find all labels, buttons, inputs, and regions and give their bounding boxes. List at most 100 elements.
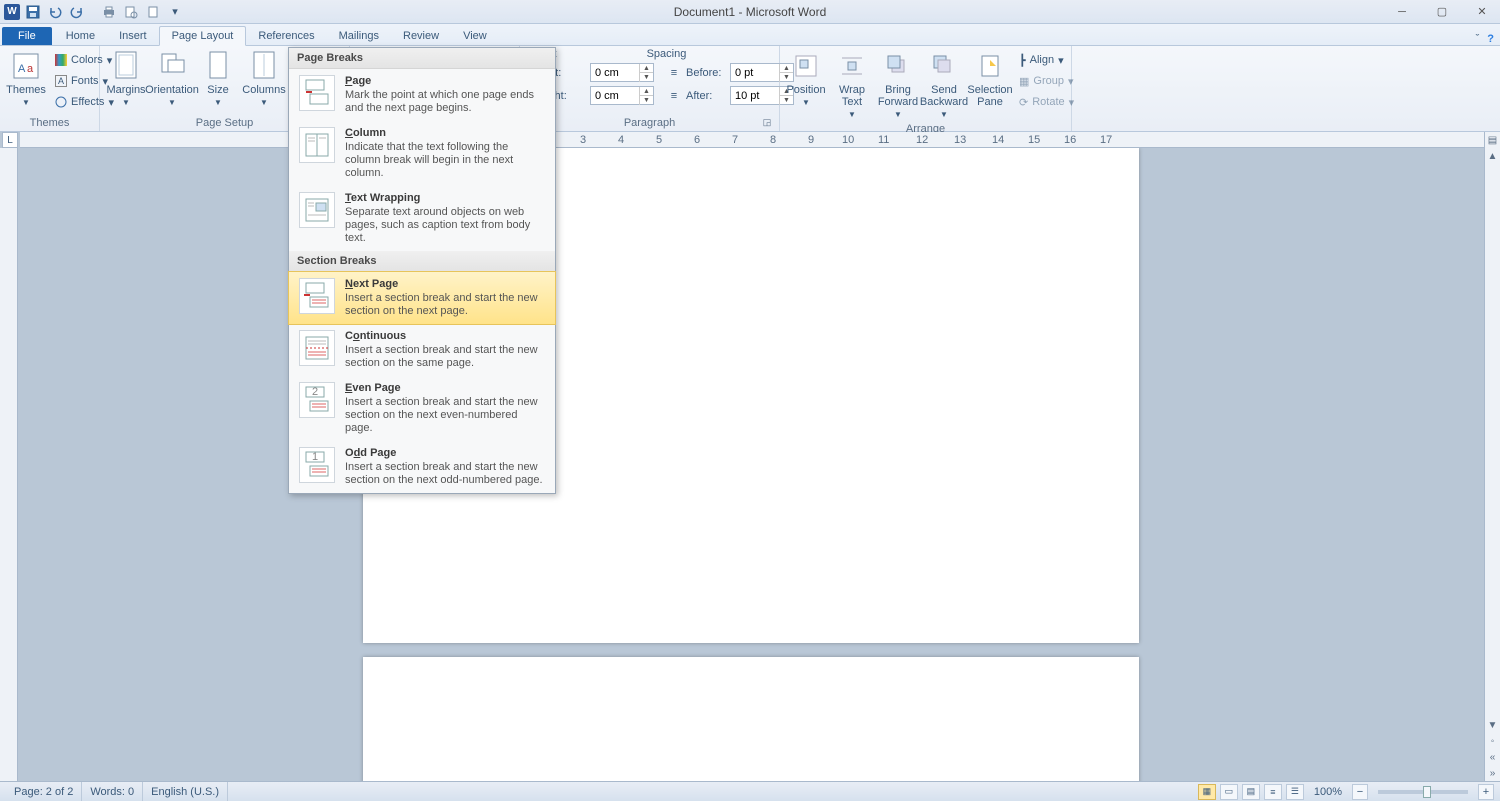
- tab-mailings[interactable]: Mailings: [327, 27, 391, 45]
- zoom-slider[interactable]: [1378, 790, 1468, 794]
- align-button[interactable]: ┣Align ▾: [1016, 50, 1077, 70]
- print-icon[interactable]: [100, 3, 118, 21]
- indent-left-input[interactable]: ▲▼: [590, 63, 654, 82]
- even-page-break-icon: 2: [299, 382, 335, 418]
- effects-icon: [55, 96, 67, 108]
- group-button[interactable]: ▦Group ▾: [1016, 71, 1077, 91]
- paragraph-group-label: Paragraph◲: [526, 115, 773, 131]
- zoom-level[interactable]: 100%: [1314, 786, 1342, 798]
- title-bar: W ▾ Document1 - Microsoft Word ─ ▢ ✕: [0, 0, 1500, 24]
- spacing-header: Spacing: [647, 48, 687, 60]
- ribbon: Aa Themes ▼ Colors ▾ AFonts ▾ Effects ▾ …: [0, 46, 1500, 132]
- tab-insert[interactable]: Insert: [107, 27, 159, 45]
- print-preview-icon[interactable]: [122, 3, 140, 21]
- undo-icon[interactable]: [46, 3, 64, 21]
- page-2[interactable]: [363, 657, 1139, 781]
- breaks-dropdown: Page Breaks PageMark the point at which …: [288, 47, 556, 494]
- ruler-toggle-icon[interactable]: ▤: [1486, 132, 1500, 148]
- break-even-page-item[interactable]: 2 Even PageInsert a section break and st…: [289, 376, 555, 441]
- view-outline-button[interactable]: ≡: [1264, 784, 1282, 800]
- help-icon[interactable]: ?: [1487, 33, 1494, 45]
- columns-button[interactable]: Columns▼: [244, 48, 284, 109]
- rotate-icon: ⟳: [1019, 96, 1028, 109]
- spacing-before-icon: ≡: [666, 65, 682, 81]
- position-button[interactable]: Position▼: [786, 48, 826, 109]
- break-text-wrapping-item[interactable]: Text WrappingSeparate text around object…: [289, 186, 555, 251]
- status-language[interactable]: English (U.S.): [143, 782, 228, 801]
- tab-review[interactable]: Review: [391, 27, 451, 45]
- status-bar: Page: 2 of 2 Words: 0 English (U.S.) ▦ ▭…: [0, 781, 1500, 801]
- workspace: L 3 4 5 6 7 8 9 10 11 12 13 14 15 16 17 …: [0, 132, 1500, 781]
- maximize-button[interactable]: ▢: [1428, 4, 1456, 20]
- colors-swatch-icon: [55, 54, 67, 66]
- redo-icon[interactable]: [68, 3, 86, 21]
- margins-button[interactable]: Margins▼: [106, 48, 146, 109]
- save-icon[interactable]: [24, 3, 42, 21]
- page-breaks-header: Page Breaks: [289, 48, 555, 69]
- ribbon-tabs: File Home Insert Page Layout References …: [0, 24, 1500, 46]
- zoom-out-button[interactable]: −: [1352, 784, 1368, 800]
- themes-button[interactable]: Aa Themes ▼: [6, 48, 46, 109]
- zoom-in-button[interactable]: +: [1478, 784, 1494, 800]
- view-web-layout-button[interactable]: ▤: [1242, 784, 1260, 800]
- tab-home[interactable]: Home: [54, 27, 107, 45]
- indent-right-input[interactable]: ▲▼: [590, 86, 654, 105]
- continuous-break-icon: [299, 330, 335, 366]
- break-column-item[interactable]: ColumnIndicate that the text following t…: [289, 121, 555, 186]
- prev-page-icon[interactable]: «: [1486, 749, 1500, 765]
- new-doc-icon[interactable]: [144, 3, 162, 21]
- window-title: Document1 - Microsoft Word: [674, 5, 827, 19]
- tab-view[interactable]: View: [451, 27, 499, 45]
- view-draft-button[interactable]: ☰: [1286, 784, 1304, 800]
- selection-pane-button[interactable]: Selection Pane: [970, 48, 1010, 110]
- wrap-text-button[interactable]: Wrap Text▼: [832, 48, 872, 121]
- spacing-after-icon: ≡: [666, 88, 682, 104]
- tab-selector[interactable]: L: [2, 132, 18, 148]
- ribbon-minimize-icon[interactable]: ˇ: [1476, 33, 1480, 45]
- next-page-icon[interactable]: »: [1486, 765, 1500, 781]
- document-area[interactable]: [18, 148, 1484, 781]
- paragraph-launcher-icon[interactable]: ◲: [761, 117, 773, 129]
- scroll-down-icon[interactable]: ▼: [1486, 717, 1500, 733]
- page-break-icon: [299, 75, 335, 111]
- minimize-button[interactable]: ─: [1388, 4, 1416, 20]
- svg-text:1: 1: [312, 451, 318, 463]
- break-odd-page-item[interactable]: 1 Odd PageInsert a section break and sta…: [289, 441, 555, 493]
- section-breaks-header: Section Breaks: [289, 251, 555, 272]
- column-break-icon: [299, 127, 335, 163]
- vertical-ruler[interactable]: [0, 148, 18, 781]
- break-continuous-item[interactable]: ContinuousInsert a section break and sta…: [289, 324, 555, 376]
- status-words[interactable]: Words: 0: [82, 782, 143, 801]
- odd-page-break-icon: 1: [299, 447, 335, 483]
- status-page[interactable]: Page: 2 of 2: [6, 782, 82, 801]
- bring-forward-button[interactable]: Bring Forward▼: [878, 48, 918, 121]
- horizontal-ruler[interactable]: 3 4 5 6 7 8 9 10 11 12 13 14 15 16 17: [20, 132, 1484, 148]
- qat-customize-icon[interactable]: ▾: [166, 3, 184, 21]
- right-scroll-tools: ▤ ▲ ▼ ◦ « »: [1484, 132, 1500, 781]
- align-icon: ┣: [1019, 54, 1026, 67]
- break-page-item[interactable]: PageMark the point at which one page end…: [289, 69, 555, 121]
- text-wrapping-break-icon: [299, 192, 335, 228]
- size-button[interactable]: Size▼: [198, 48, 238, 109]
- orientation-button[interactable]: Orientation▼: [152, 48, 192, 109]
- quick-access-toolbar: W ▾: [0, 3, 184, 21]
- tab-page-layout[interactable]: Page Layout: [159, 26, 247, 46]
- themes-label: Themes: [6, 84, 46, 96]
- themes-group-label: Themes: [6, 115, 93, 131]
- word-app-icon[interactable]: W: [4, 4, 20, 20]
- close-button[interactable]: ✕: [1468, 4, 1496, 20]
- svg-text:A: A: [18, 63, 26, 75]
- fonts-icon: A: [55, 75, 67, 87]
- tab-file[interactable]: File: [2, 27, 52, 45]
- browse-object-icon[interactable]: ◦: [1486, 733, 1500, 749]
- send-backward-button[interactable]: Send Backward▼: [924, 48, 964, 121]
- rotate-button[interactable]: ⟳Rotate ▾: [1016, 92, 1077, 112]
- svg-text:a: a: [27, 63, 34, 75]
- next-page-break-icon: [299, 278, 335, 314]
- break-next-page-item[interactable]: Next PageInsert a section break and star…: [289, 272, 555, 324]
- view-full-screen-button[interactable]: ▭: [1220, 784, 1238, 800]
- tab-references[interactable]: References: [246, 27, 326, 45]
- scroll-up-icon[interactable]: ▲: [1486, 148, 1500, 164]
- view-print-layout-button[interactable]: ▦: [1198, 784, 1216, 800]
- svg-text:2: 2: [312, 386, 318, 398]
